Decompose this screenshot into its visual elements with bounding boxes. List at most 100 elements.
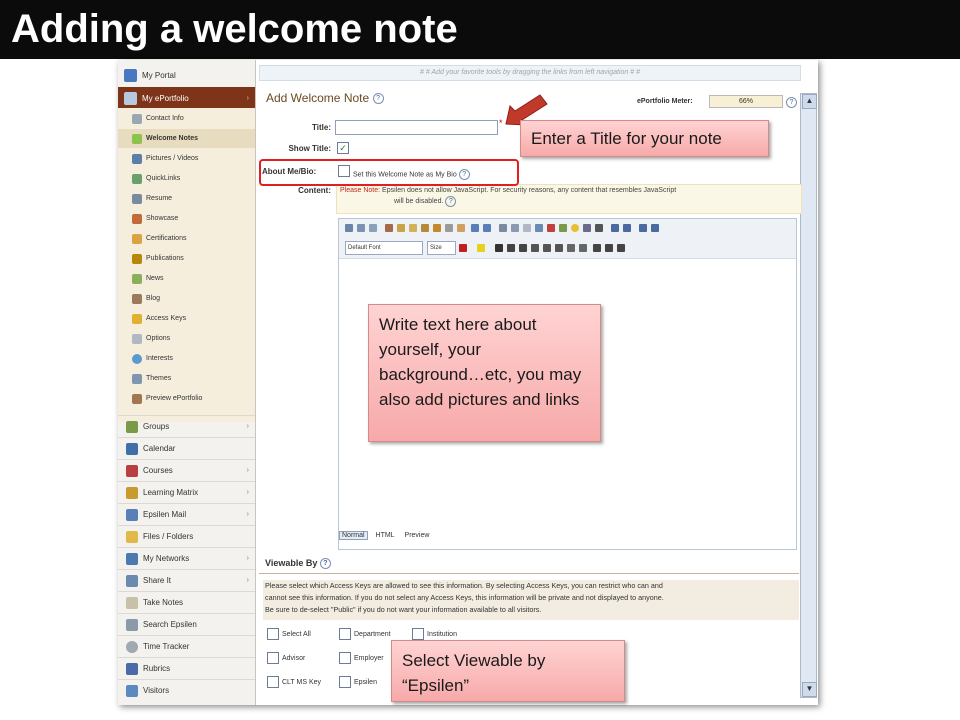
preview-mode-tab[interactable]: Preview [403, 532, 432, 539]
strikethrough-icon[interactable] [531, 244, 539, 252]
help-icon[interactable]: ? [445, 196, 457, 207]
highlight-color-icon[interactable] [477, 244, 485, 252]
sidebar-subitem[interactable]: News [118, 269, 255, 288]
sidebar-subitem[interactable]: Access Keys [118, 309, 255, 328]
sidebar-subitem[interactable]: Certifications [118, 229, 255, 248]
find-icon[interactable] [357, 224, 365, 232]
emoticon-icon[interactable] [571, 224, 579, 232]
title-input[interactable] [335, 120, 498, 135]
redo-icon[interactable] [483, 224, 491, 232]
eraser-icon[interactable] [457, 224, 465, 232]
checkbox[interactable] [267, 652, 279, 664]
superscript-icon[interactable] [543, 244, 551, 252]
cut-icon[interactable] [385, 224, 393, 232]
bullet-list-icon[interactable] [623, 224, 631, 232]
sidebar-subitem[interactable]: Options [118, 329, 255, 348]
sidebar-subitem[interactable]: Resume [118, 189, 255, 208]
checkbox[interactable] [267, 676, 279, 688]
font-color-icon[interactable] [459, 244, 467, 252]
option-department[interactable]: Department [339, 628, 391, 640]
sidebar-item-courses[interactable]: Courses › [118, 459, 255, 481]
option-institution[interactable]: Institution [412, 628, 457, 640]
sidebar-item-epsilen-mail[interactable]: Epsilen Mail › [118, 503, 255, 525]
help-icon[interactable]: ? [372, 93, 384, 105]
paste-word-icon[interactable] [433, 224, 441, 232]
size-select[interactable]: Size [427, 241, 456, 255]
align-center-icon[interactable] [605, 244, 613, 252]
sidebar-subitem[interactable]: Pictures / Videos [118, 149, 255, 168]
format-painter-icon[interactable] [445, 224, 453, 232]
option-advisor[interactable]: Advisor [267, 652, 305, 664]
sidebar-item-share-it[interactable]: Share It › [118, 569, 255, 591]
sidebar-item-visitors[interactable]: Visitors [118, 679, 255, 701]
html-mode-tab[interactable]: HTML [374, 532, 397, 539]
paste-icon[interactable] [409, 224, 417, 232]
viewable-by-title: Viewable By ? [265, 558, 331, 570]
sidebar-subitem[interactable]: QuickLinks [118, 169, 255, 188]
sidebar-item-my-portal[interactable]: My Portal [118, 64, 255, 86]
sidebar-subitem[interactable]: Publications [118, 249, 255, 268]
sidebar-subitem[interactable]: Contact Info [118, 109, 255, 128]
normal-mode-tab[interactable]: Normal [339, 531, 368, 540]
document-icon[interactable] [523, 224, 531, 232]
image-icon[interactable] [535, 224, 543, 232]
option-select-all[interactable]: Select All [267, 628, 311, 640]
sidebar-subitem[interactable]: Preview ePortfolio [118, 389, 255, 408]
outdent-icon[interactable] [639, 224, 647, 232]
checkbox[interactable] [339, 676, 351, 688]
bold-icon[interactable] [495, 244, 503, 252]
italic-icon[interactable] [507, 244, 515, 252]
sidebar-item-groups[interactable]: Groups › [118, 415, 255, 437]
sidebar-item-rubrics[interactable]: Rubrics [118, 657, 255, 679]
checkbox[interactable] [267, 628, 279, 640]
sidebar-item-networks[interactable]: My Networks › [118, 547, 255, 569]
sidebar-item-my-eportfolio[interactable]: My ePortfolio › [118, 87, 255, 109]
link-icon[interactable] [499, 224, 507, 232]
scroll-down-button[interactable]: ▼ [802, 682, 817, 697]
paste-text-icon[interactable] [421, 224, 429, 232]
underline-icon[interactable] [519, 244, 527, 252]
sidebar-subitem[interactable]: Blog [118, 289, 255, 308]
horizontal-rule-icon[interactable] [595, 224, 603, 232]
checkbox[interactable] [339, 628, 351, 640]
checkbox[interactable] [339, 652, 351, 664]
media-icon[interactable] [547, 224, 555, 232]
font-shrink-icon[interactable] [579, 244, 587, 252]
sidebar-item-calendar[interactable]: Calendar [118, 437, 255, 459]
sidebar-item-time-tracker[interactable]: Time Tracker [118, 635, 255, 657]
sidebar-subitem[interactable]: Showcase [118, 209, 255, 228]
option-employer[interactable]: Employer [339, 652, 384, 664]
help-icon[interactable]: ? [786, 97, 797, 108]
sidebar-subitem[interactable]: Interests [118, 349, 255, 368]
sidebar-subitem[interactable]: Themes [118, 369, 255, 388]
scrollbar[interactable]: ▲ ▼ [800, 93, 817, 698]
unlink-icon[interactable] [511, 224, 519, 232]
font-grow-icon[interactable] [567, 244, 575, 252]
key-icon [132, 313, 142, 324]
sidebar-item-learning-matrix[interactable]: Learning Matrix › [118, 481, 255, 503]
sidebar-subitem-active[interactable]: Welcome Notes [118, 129, 255, 148]
search-icon [126, 618, 138, 631]
help-icon[interactable]: ? [319, 558, 331, 570]
copy-icon[interactable] [397, 224, 405, 232]
indent-icon[interactable] [651, 224, 659, 232]
spellcheck-icon[interactable] [369, 224, 377, 232]
font-select[interactable]: Default Font [345, 241, 423, 255]
undo-icon[interactable] [471, 224, 479, 232]
option-clt-ms-key[interactable]: CLT MS Key [267, 676, 321, 688]
option-epsilen[interactable]: Epsilen [339, 676, 377, 688]
scroll-up-button[interactable]: ▲ [802, 94, 817, 109]
sidebar-item-search[interactable]: Search Epsilen [118, 613, 255, 635]
show-title-checkbox[interactable]: ✓ [337, 142, 349, 154]
panel-title: Add Welcome Note ? [266, 91, 384, 105]
numbered-list-icon[interactable] [611, 224, 619, 232]
sidebar-item-take-notes[interactable]: Take Notes [118, 591, 255, 613]
checkbox[interactable] [412, 628, 424, 640]
align-right-icon[interactable] [617, 244, 625, 252]
print-icon[interactable] [345, 224, 353, 232]
special-char-icon[interactable] [583, 224, 591, 232]
subscript-icon[interactable] [555, 244, 563, 252]
align-left-icon[interactable] [593, 244, 601, 252]
table-icon[interactable] [559, 224, 567, 232]
sidebar-item-files[interactable]: Files / Folders [118, 525, 255, 547]
